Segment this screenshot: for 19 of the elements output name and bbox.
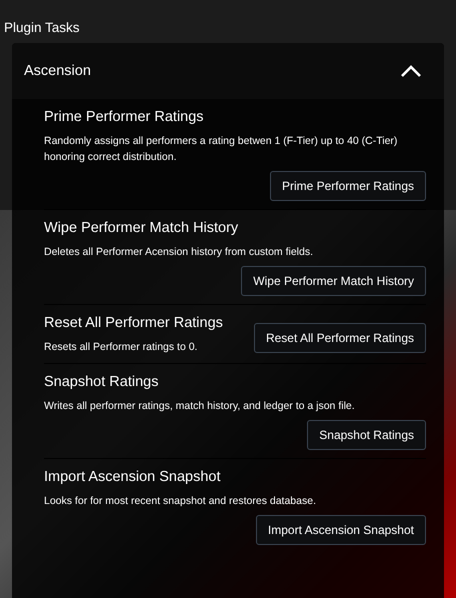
task-button[interactable]: Snapshot Ratings	[307, 420, 426, 450]
task-description: Randomly assigns all performers a rating betwen 1 (F-Tier) up to 40 (C-Tier) honoring correct distribution.	[44, 134, 398, 165]
task-description: Deletes all Performer Acension history from custom fields.	[44, 245, 314, 260]
task-description: Resets all Performer ratings to 0.	[44, 340, 198, 355]
section-header[interactable]: Ascension	[12, 43, 444, 99]
task-button[interactable]: Wipe Performer Match History	[241, 266, 426, 296]
chevron-icon[interactable]	[400, 64, 422, 78]
task-title: Prime Performer Ratings	[44, 109, 205, 125]
task-description: Looks for for most recent snapshot and restores database.	[44, 494, 316, 509]
page-title: Plugin Tasks	[3, 19, 81, 37]
task-button[interactable]: Import Ascension Snapshot	[256, 515, 426, 545]
section-title: Ascension	[24, 63, 91, 79]
task-description: Writes all performer ratings, match history, and ledger to a json file.	[44, 399, 355, 414]
task-button[interactable]: Reset All Performer Ratings	[254, 323, 426, 353]
task-title: Snapshot Ratings	[44, 374, 160, 390]
task-button[interactable]: Prime Performer Ratings	[270, 171, 426, 201]
task-title: Wipe Performer Match History	[44, 220, 240, 236]
task-title: Import Ascension Snapshot	[44, 469, 222, 485]
task-title: Reset All Performer Ratings	[44, 315, 223, 331]
